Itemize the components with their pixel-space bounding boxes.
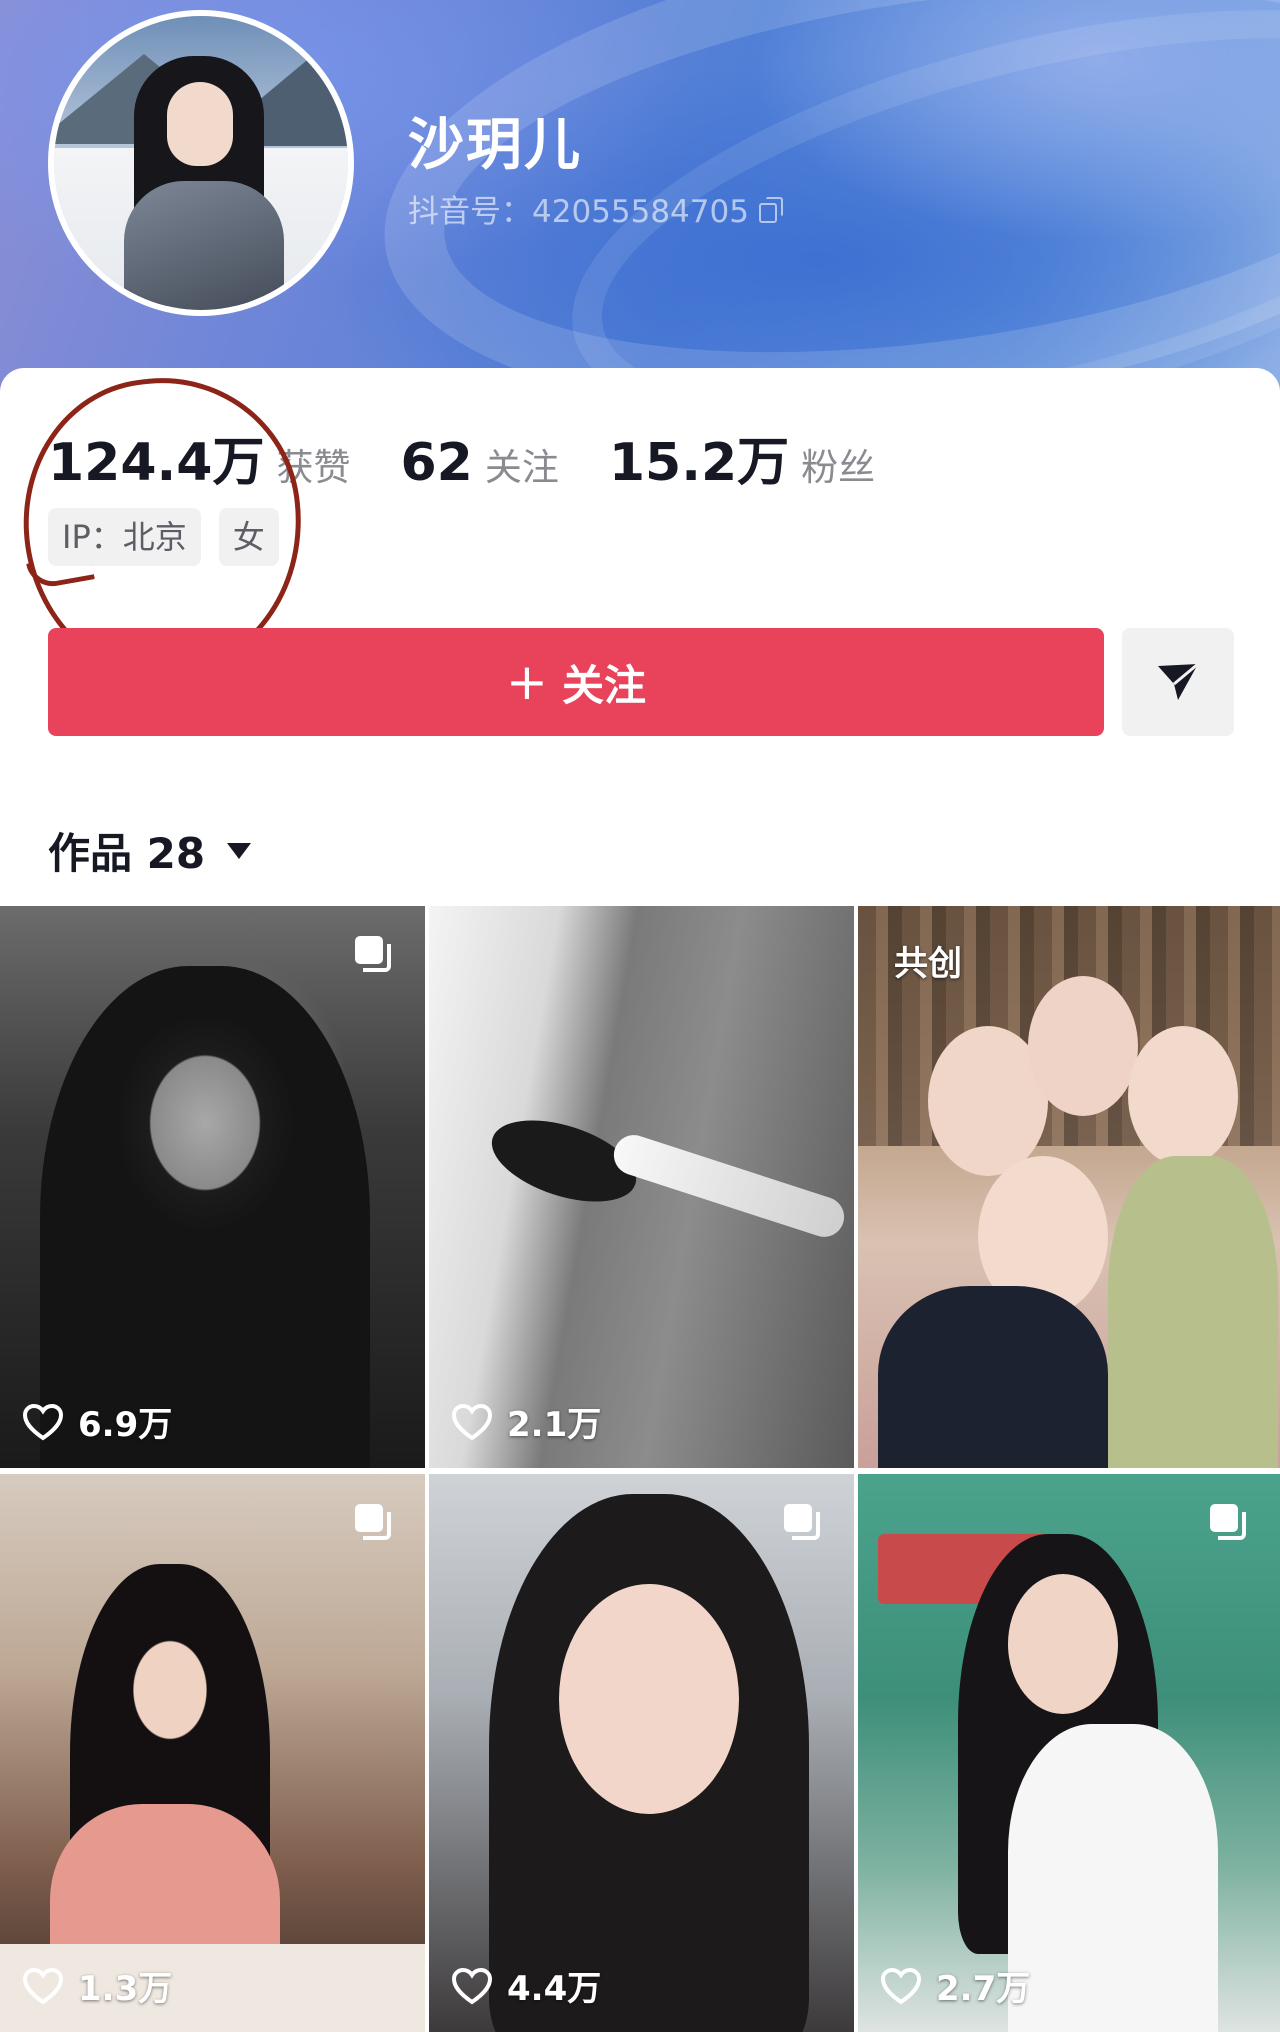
stat-value: 62 [400, 433, 473, 493]
heart-icon [22, 1967, 64, 2004]
share-button[interactable] [1122, 628, 1234, 736]
caret-down-icon [227, 842, 252, 859]
thumbnail-dress [1108, 1156, 1278, 1468]
video-thumbnail[interactable]: 4.4万 [429, 1474, 854, 2032]
stat-label: 粉丝 [801, 446, 876, 489]
thumbnail-dress [1008, 1724, 1218, 2032]
multi-image-icon [355, 1504, 391, 1540]
follow-button[interactable]: + 关注 [48, 628, 1104, 736]
like-count-text: 6.9万 [78, 1405, 173, 1445]
stat-followers[interactable]: 15.2万 粉丝 [609, 420, 875, 495]
like-count: 4.4万 [451, 1961, 601, 2010]
thumbnail-figure [1128, 1026, 1238, 1166]
multi-image-icon [1210, 1504, 1246, 1540]
like-count-text: 1.3万 [78, 1969, 173, 2009]
heart-icon [880, 1967, 922, 2004]
tab-works-label: 作品 28 [48, 829, 206, 878]
like-count: 1.3万 [22, 1961, 172, 2010]
video-thumbnail[interactable]: 6.9万 [0, 906, 425, 1468]
thumbnail-face [1008, 1574, 1118, 1714]
video-thumbnail[interactable]: 2.1万 [429, 906, 854, 1468]
video-thumbnail[interactable]: 2.7万 [858, 1474, 1280, 2032]
thumbnail-brush-handle [608, 1129, 850, 1243]
thumbnail-dress [878, 1286, 1108, 1468]
douyin-id-text: 抖音号：42055584705 [408, 194, 749, 230]
collab-badge: 共创 [894, 944, 962, 984]
like-count-text: 4.4万 [507, 1969, 602, 2009]
multi-image-icon [784, 1504, 820, 1540]
video-thumbnail[interactable]: 共创 [858, 906, 1280, 1468]
avatar-face [167, 82, 233, 166]
heart-icon [22, 1403, 64, 1440]
follow-button-label: 关注 [561, 660, 646, 710]
multi-image-icon [355, 936, 391, 972]
like-count: 2.1万 [451, 1397, 601, 1446]
stat-value: 15.2万 [608, 433, 790, 493]
stat-following[interactable]: 62 关注 [400, 433, 558, 493]
heart-icon [451, 1403, 493, 1440]
avatar-coat [124, 181, 284, 310]
copy-icon[interactable] [758, 196, 783, 223]
like-count: 6.9万 [22, 1397, 172, 1446]
heart-icon [451, 1967, 493, 2004]
thumbnail-figure [40, 966, 370, 1468]
profile-name: 沙玥儿 [408, 113, 582, 178]
plus-icon: + [506, 653, 548, 711]
thumbnail-figure [1028, 976, 1138, 1116]
tab-works[interactable]: 作品 28 [48, 820, 252, 881]
video-thumbnail[interactable]: 1.3万 [0, 1474, 425, 2032]
like-count-text: 2.7万 [936, 1969, 1031, 2009]
thumbnail-face [559, 1584, 739, 1814]
douyin-id[interactable]: 抖音号：42055584705 [408, 186, 783, 231]
like-count: 2.7万 [880, 1961, 1030, 2010]
avatar[interactable] [48, 10, 354, 316]
send-icon [1158, 662, 1199, 700]
like-count-text: 2.1万 [507, 1405, 602, 1445]
stat-label: 关注 [484, 446, 559, 489]
